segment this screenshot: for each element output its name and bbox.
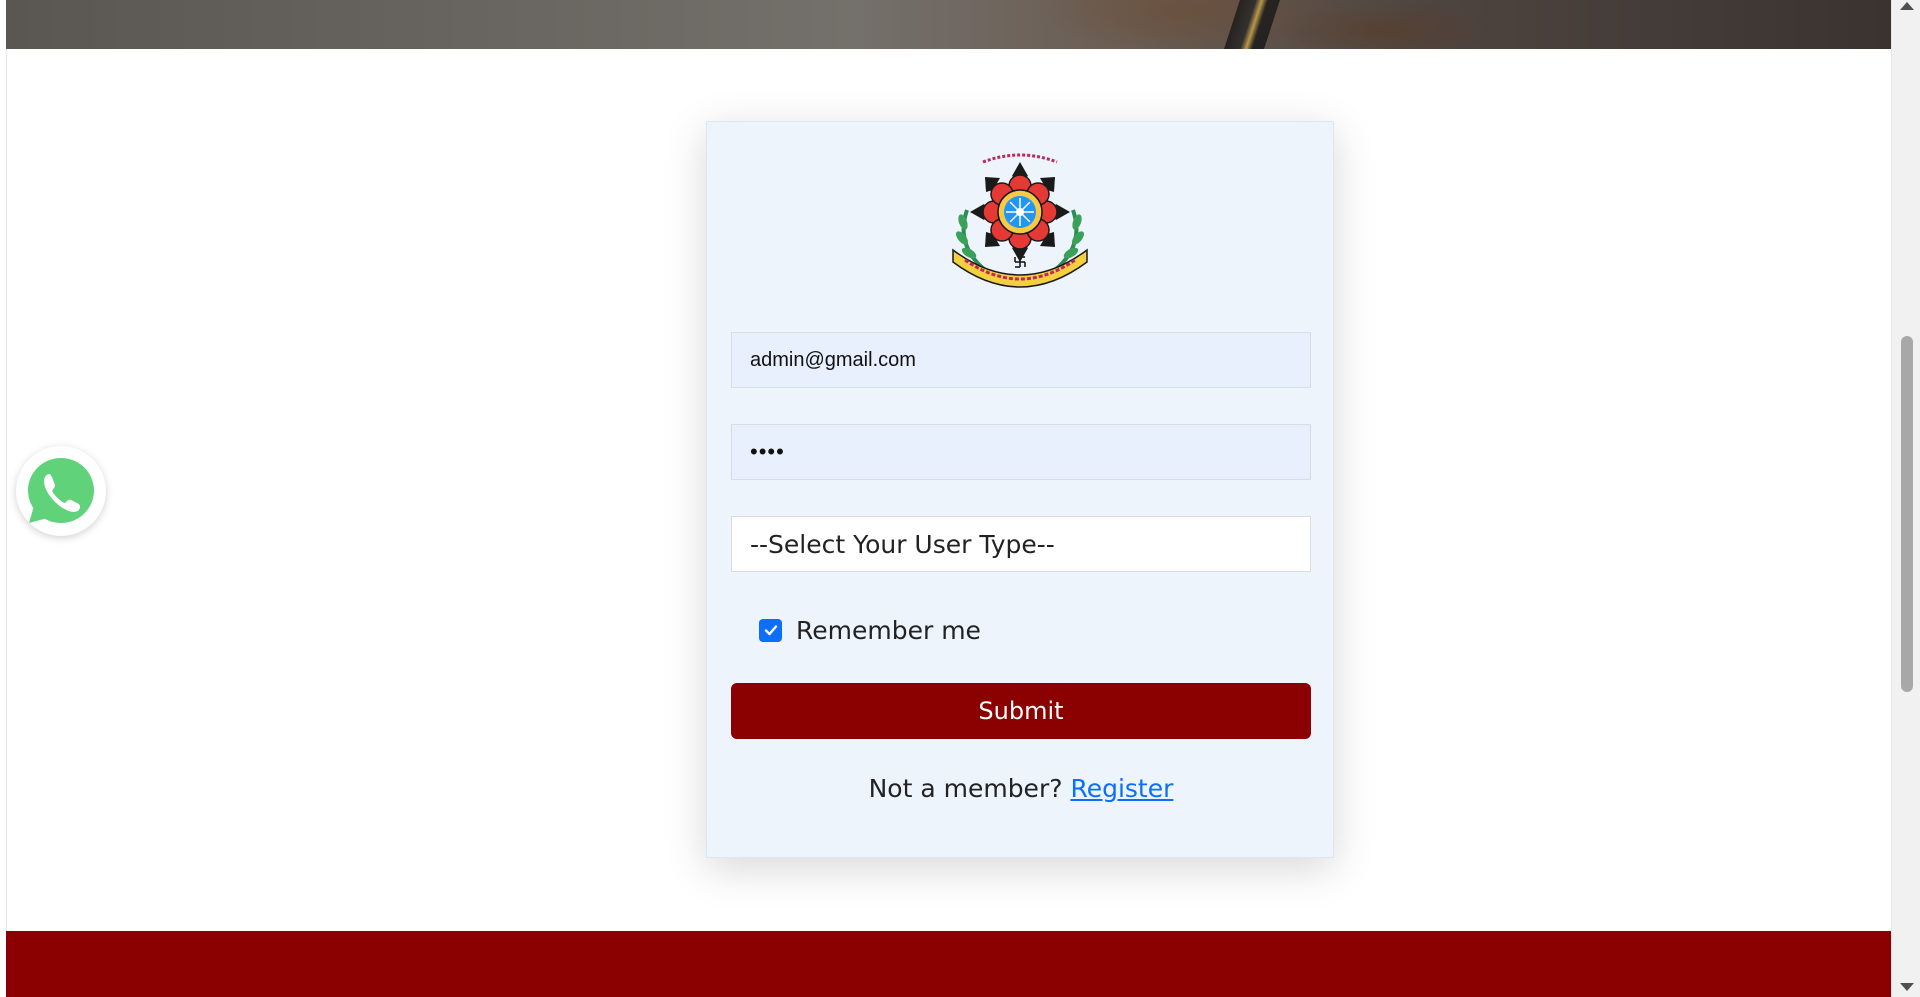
scroll-up-arrow-icon[interactable] xyxy=(1900,2,1914,10)
email-field[interactable]: admin@gmail.com xyxy=(731,332,1311,388)
whatsapp-button[interactable] xyxy=(16,446,106,536)
submit-button[interactable]: Submit xyxy=(731,683,1311,739)
register-prompt: Not a member? Register xyxy=(707,774,1335,803)
password-field[interactable]: •••• xyxy=(731,424,1311,480)
user-type-placeholder: --Select Your User Type-- xyxy=(750,529,1055,559)
password-value: •••• xyxy=(750,439,785,464)
check-icon xyxy=(764,625,777,636)
scroll-thumb[interactable] xyxy=(1901,336,1913,692)
remember-me-row[interactable]: Remember me xyxy=(759,615,981,645)
hero-pen-detail xyxy=(1224,0,1280,49)
email-value: admin@gmail.com xyxy=(750,348,916,371)
user-type-select[interactable]: --Select Your User Type-- xyxy=(731,516,1311,572)
remember-me-label: Remember me xyxy=(796,615,981,645)
footer-bar xyxy=(6,931,1891,997)
register-link[interactable]: Register xyxy=(1070,774,1173,803)
not-member-text: Not a member? xyxy=(868,774,1063,803)
hero-image-strip xyxy=(6,0,1891,49)
submit-label: Submit xyxy=(978,697,1064,725)
university-emblem xyxy=(945,150,1095,296)
login-card: admin@gmail.com •••• --Select Your User … xyxy=(706,121,1334,858)
page-scrollbar[interactable] xyxy=(1891,0,1920,997)
scroll-down-arrow-icon[interactable] xyxy=(1900,983,1914,991)
remember-me-checkbox[interactable] xyxy=(759,618,782,642)
page: admin@gmail.com •••• --Select Your User … xyxy=(0,0,1920,997)
left-edge xyxy=(0,0,7,997)
whatsapp-icon xyxy=(28,458,94,523)
